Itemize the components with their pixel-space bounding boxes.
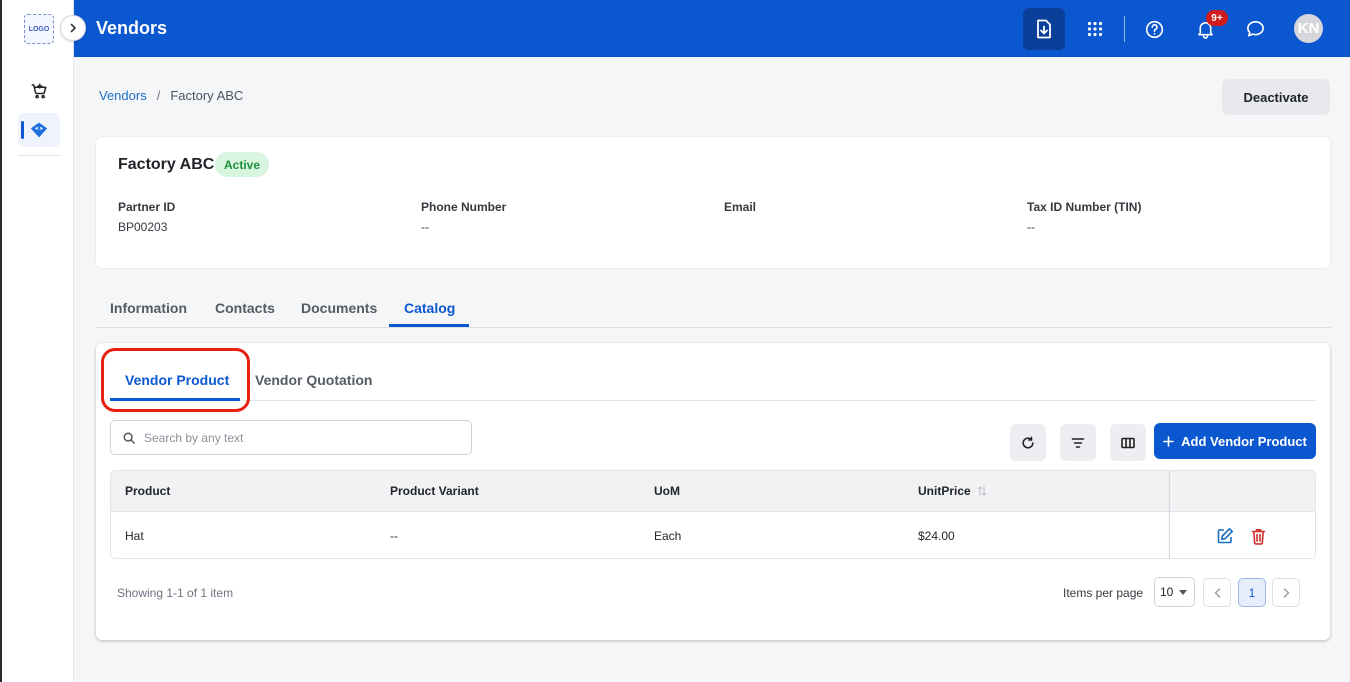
catalog-panel: Vendor Product Vendor Quotation Add Vend…	[96, 343, 1330, 640]
refresh-button[interactable]	[1010, 424, 1046, 461]
subtab-vendor-product[interactable]: Vendor Product	[125, 372, 229, 388]
table-row[interactable]: Hat -- Each $24.00	[111, 512, 1315, 558]
notifications-button[interactable]: 9+	[1184, 8, 1228, 50]
previous-page-button[interactable]	[1203, 578, 1231, 607]
chevron-right-icon	[1283, 587, 1290, 598]
column-header-product-variant[interactable]: Product Variant	[390, 484, 479, 498]
cell-product: Hat	[125, 529, 144, 543]
tab-documents[interactable]: Documents	[301, 300, 377, 316]
edit-button[interactable]	[1215, 526, 1235, 546]
app-logo: LOGO	[24, 14, 54, 44]
breadcrumb-current: Factory ABC	[170, 88, 244, 103]
chevron-left-icon	[1213, 587, 1220, 598]
main-tabs: Information Contacts Documents Catalog	[96, 290, 1331, 328]
sidebar-item-vendors[interactable]	[18, 113, 60, 147]
breadcrumb: Vendors / Factory ABC	[99, 88, 243, 103]
chat-icon	[1246, 21, 1264, 37]
vendor-name: Factory ABC	[118, 156, 215, 173]
help-button[interactable]	[1133, 8, 1175, 50]
table-header: Product Product Variant UoM UnitPrice	[111, 471, 1315, 512]
items-per-page-value: 10	[1160, 585, 1174, 599]
add-vendor-product-button[interactable]: Add Vendor Product	[1154, 423, 1316, 459]
columns-icon	[1121, 437, 1135, 448]
deactivate-button[interactable]: Deactivate	[1222, 79, 1330, 115]
edit-icon	[1217, 528, 1233, 544]
column-header-product[interactable]: Product	[125, 484, 170, 498]
caret-down-icon	[1179, 589, 1188, 595]
subtab-vendor-quotation[interactable]: Vendor Quotation	[255, 372, 372, 388]
columns-button[interactable]	[1110, 424, 1146, 461]
chevron-right-icon	[70, 23, 77, 33]
field-phone-number: Phone Number --	[421, 200, 506, 234]
download-button[interactable]	[1023, 8, 1065, 50]
plus-icon	[1163, 435, 1174, 447]
vendor-summary-card: Factory ABC Active Partner ID BP00203 Ph…	[96, 137, 1330, 268]
field-value: BP00203	[118, 220, 168, 234]
column-header-unitprice[interactable]: UnitPrice	[918, 484, 987, 498]
top-bar: Vendors 9+ KN	[74, 0, 1350, 57]
sidebar-item-orders[interactable]	[18, 74, 60, 108]
page-button[interactable]: 1	[1238, 578, 1266, 607]
cell-product-variant: --	[390, 529, 398, 543]
status-badge: Active	[215, 152, 270, 177]
vendor-product-table: Product Product Variant UoM UnitPrice Ha…	[110, 470, 1316, 559]
filter-icon	[1071, 437, 1085, 448]
tab-information[interactable]: Information	[110, 300, 187, 316]
cart-icon	[31, 83, 47, 99]
catalog-subtabs: Vendor Product Vendor Quotation	[110, 343, 1316, 401]
field-label: Tax ID Number (TIN)	[1027, 200, 1142, 214]
cell-uom: Each	[654, 529, 682, 543]
field-value	[724, 220, 756, 234]
chat-button[interactable]	[1234, 8, 1276, 50]
field-value: --	[1027, 220, 1035, 234]
active-subtab-indicator	[110, 398, 240, 401]
field-tax-id: Tax ID Number (TIN) --	[1027, 200, 1141, 234]
filter-button[interactable]	[1060, 424, 1096, 461]
next-page-button[interactable]	[1272, 578, 1300, 607]
expand-sidebar-button[interactable]	[60, 15, 86, 41]
column-header-unitprice-label: UnitPrice	[918, 484, 971, 498]
sidebar-divider	[18, 155, 60, 156]
items-per-page-label: Items per page	[1063, 586, 1144, 600]
vendor-badge-icon	[30, 122, 48, 138]
search-input[interactable]	[144, 430, 444, 445]
topbar-divider	[1124, 16, 1125, 42]
apps-button[interactable]	[1074, 8, 1116, 50]
breadcrumb-separator: /	[156, 88, 161, 103]
search-box[interactable]	[110, 420, 472, 455]
items-per-page-select[interactable]: 10	[1154, 577, 1195, 607]
add-vendor-product-label: Add Vendor Product	[1181, 433, 1307, 449]
refresh-icon	[1022, 436, 1034, 449]
notification-badge: 9+	[1206, 10, 1228, 26]
help-icon	[1145, 20, 1163, 38]
delete-button[interactable]	[1248, 526, 1268, 546]
field-label: Email	[724, 200, 757, 214]
active-tab-indicator	[389, 324, 469, 327]
breadcrumb-vendors-link[interactable]: Vendors	[99, 88, 147, 103]
field-value: --	[421, 220, 429, 234]
trash-icon	[1251, 528, 1265, 545]
page-title: Vendors	[96, 18, 168, 38]
tab-catalog[interactable]: Catalog	[404, 300, 455, 316]
file-download-icon	[1037, 19, 1051, 39]
sort-icon	[977, 486, 986, 496]
user-avatar[interactable]: KN	[1294, 14, 1323, 43]
field-partner-id: Partner ID BP00203	[118, 200, 175, 234]
column-header-uom[interactable]: UoM	[654, 484, 680, 498]
left-sidebar: LOGO	[0, 0, 74, 682]
field-label: Phone Number	[421, 200, 507, 214]
field-email: Email	[724, 200, 756, 234]
cell-unitprice: $24.00	[918, 529, 955, 543]
apps-grid-icon	[1087, 21, 1103, 37]
field-label: Partner ID	[118, 200, 176, 214]
tab-contacts[interactable]: Contacts	[215, 300, 275, 316]
results-count: Showing 1-1 of 1 item	[117, 586, 234, 600]
search-icon	[123, 432, 135, 444]
